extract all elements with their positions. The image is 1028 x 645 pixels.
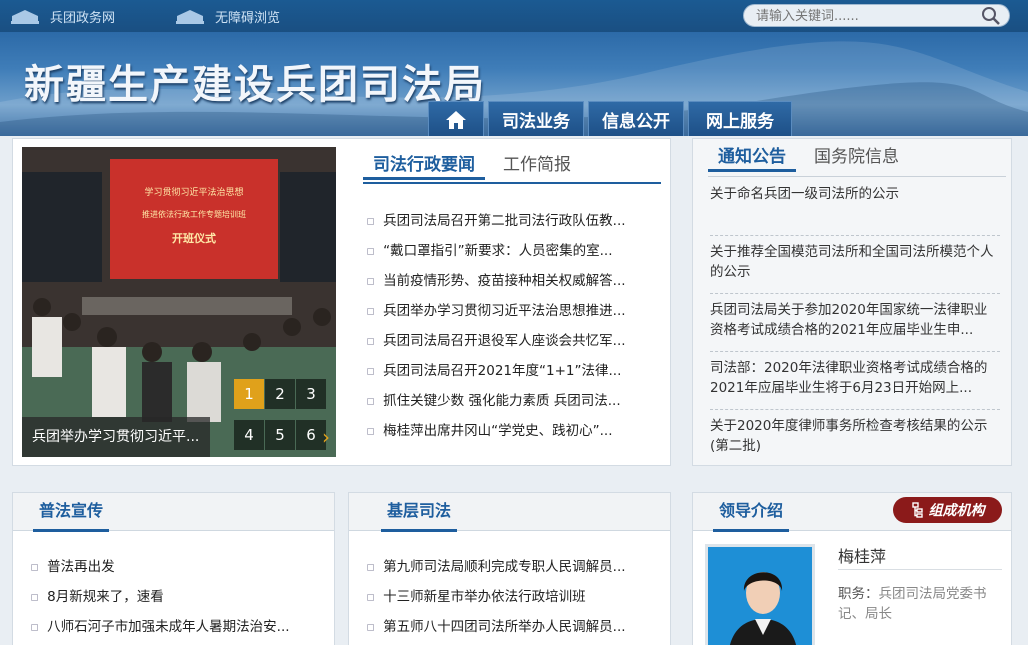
- tab-work-bulletin[interactable]: 工作简报: [493, 150, 581, 180]
- nav-info-disclosure[interactable]: 信息公开: [588, 101, 684, 136]
- leader-divider: [838, 569, 1002, 570]
- main-nav: 司法业务 信息公开 网上服务: [428, 101, 796, 136]
- slide-page-5[interactable]: 5: [265, 420, 295, 450]
- list-item[interactable]: 兵团司法局召开第二批司法行政队伍教...: [366, 206, 646, 236]
- pufa-header: 普法宣传: [13, 493, 334, 532]
- top-bar: 兵团政务网 无障碍浏览: [0, 0, 1028, 32]
- org-chart-icon: [911, 502, 923, 518]
- accessibility-label: 无障碍浏览: [215, 10, 281, 26]
- slide-page-4[interactable]: 4: [234, 420, 264, 450]
- home-icon: [446, 110, 466, 129]
- news-tabs: 司法行政要闻 工作简报: [363, 150, 661, 184]
- search-icon[interactable]: [981, 6, 1001, 30]
- list-item[interactable]: 兵团司法局召开退役军人座谈会共忆军...: [366, 326, 646, 356]
- list-item[interactable]: 当前疫情形势、疫苗接种相关权威解答...: [366, 266, 646, 296]
- list-item[interactable]: 梅桂萍出席井冈山“学党史、践初心”...: [366, 416, 646, 446]
- list-item[interactable]: 第五师八十四团司法所举办人民调解员...: [366, 612, 656, 642]
- list-item[interactable]: “戴口罩指引”新要求：人员密集的室...: [366, 236, 646, 266]
- bingtuan-gov-label: 兵团政务网: [50, 10, 116, 26]
- leader-photo[interactable]: [705, 544, 815, 645]
- jiceng-list: 第九师司法局顺利完成专职人民调解员... 十三师新星市举办依法行政培训班 第五师…: [366, 552, 656, 642]
- leader-title[interactable]: 领导介绍: [713, 493, 790, 532]
- slide-caption[interactable]: 兵团举办学习贯彻习近平...: [22, 417, 210, 457]
- notice-tabs: 通知公告 国务院信息: [708, 142, 1006, 177]
- list-item[interactable]: 十三师新星市举办依法行政培训班: [366, 582, 656, 612]
- slide-page-3[interactable]: 3: [296, 379, 326, 409]
- nav-judicial-business[interactable]: 司法业务: [488, 101, 584, 136]
- slide-next-arrow-icon[interactable]: ›: [322, 425, 330, 449]
- slideshow[interactable]: 学习贯彻习近平法治思想 推进依法行政工作专题培训班 开班仪式 兵团举办学习贯彻习…: [22, 147, 336, 457]
- search-input[interactable]: [756, 8, 976, 24]
- slide-banner-line1: 学习贯彻习近平法治思想: [144, 186, 243, 198]
- jiceng-title[interactable]: 基层司法: [381, 493, 458, 532]
- slide-page-2[interactable]: 2: [265, 379, 295, 409]
- leader-duty-label: 职务：: [838, 586, 879, 602]
- slide-photo: 学习贯彻习近平法治思想 推进依法行政工作专题培训班 开班仪式: [22, 147, 336, 457]
- tab-state-council[interactable]: 国务院信息: [804, 142, 909, 172]
- list-item[interactable]: 抓住关键少数 强化能力素质 兵团司法...: [366, 386, 646, 416]
- list-item[interactable]: 第九师司法局顺利完成专职人民调解员...: [366, 552, 656, 582]
- accessibility-link[interactable]: 无障碍浏览: [175, 6, 280, 26]
- slide-banner-line3: 开班仪式: [172, 231, 216, 245]
- org-structure-button[interactable]: 组成机构: [893, 497, 1002, 523]
- site-title: 新疆生产建设兵团司法局: [24, 62, 486, 108]
- leader-duty: 职务：兵团司法局党委书记、局长: [838, 584, 1002, 624]
- news-list: 兵团司法局召开第二批司法行政队伍教... “戴口罩指引”新要求：人员密集的室..…: [366, 206, 646, 446]
- org-structure-label: 组成机构: [928, 503, 985, 519]
- list-item[interactable]: 八师石河子市加强未成年人暑期法治安...: [30, 612, 320, 642]
- notice-item[interactable]: 关于命名兵团一级司法所的公示: [710, 184, 1000, 236]
- search-box: [743, 4, 1010, 27]
- list-item[interactable]: 兵团司法局召开2021年度“1+1”法律...: [366, 356, 646, 386]
- building-icon: [176, 10, 204, 24]
- slide-page-1[interactable]: 1: [234, 379, 264, 409]
- leader-name[interactable]: 梅桂萍: [838, 543, 886, 567]
- pufa-list: 普法再出发 8月新规来了，速看 八师石河子市加强未成年人暑期法治安...: [30, 552, 320, 642]
- list-item[interactable]: 普法再出发: [30, 552, 320, 582]
- list-item[interactable]: 兵团举办学习贯彻习近平法治思想推进...: [366, 296, 646, 326]
- tab-notices[interactable]: 通知公告: [708, 142, 796, 172]
- header-banner: 新疆生产建设兵团司法局 司法业务 信息公开 网上服务: [0, 32, 1028, 136]
- tab-judicial-news[interactable]: 司法行政要闻: [363, 150, 485, 180]
- list-item[interactable]: 8月新规来了，速看: [30, 582, 320, 612]
- notice-item[interactable]: 关于推荐全国模范司法所和全国司法所模范个人的公示: [710, 242, 1000, 294]
- building-icon: [11, 10, 39, 24]
- notice-item[interactable]: 兵团司法局关于参加2020年国家统一法律职业资格考试成绩合格的2021年应届毕业…: [710, 300, 1000, 352]
- slide-banner-line2: 推进依法行政工作专题培训班: [142, 209, 246, 219]
- bingtuan-gov-link[interactable]: 兵团政务网: [10, 6, 115, 26]
- jiceng-header: 基层司法: [349, 493, 670, 532]
- nav-online-service[interactable]: 网上服务: [688, 101, 792, 136]
- pufa-title[interactable]: 普法宣传: [33, 493, 110, 532]
- notice-item[interactable]: 司法部：2020年法律职业资格考试成绩合格的2021年应届毕业生将于6月23日开…: [710, 358, 1000, 410]
- notice-item[interactable]: 关于2020年度律师事务所检查考核结果的公示(第二批): [710, 416, 1000, 462]
- leader-portrait: [708, 547, 812, 645]
- nav-home[interactable]: [428, 101, 484, 136]
